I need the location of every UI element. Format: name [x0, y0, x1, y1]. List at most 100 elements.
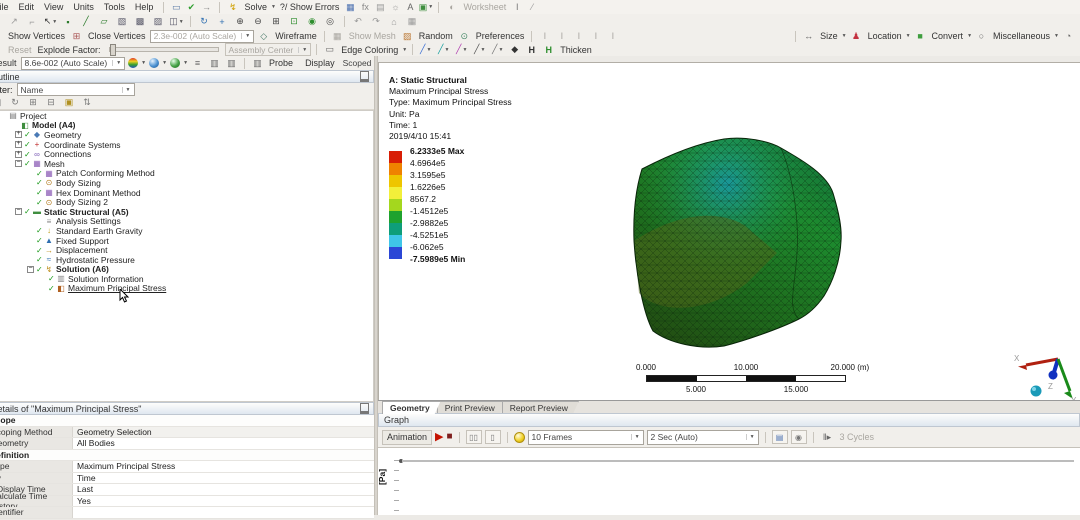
box-zoom-icon[interactable]: ⊞ [269, 16, 284, 28]
tree-item[interactable]: ✓▲Fixed Support [0, 236, 373, 246]
thick-shells-icon[interactable]: H [524, 44, 539, 56]
tag-icon[interactable]: ⁄ [525, 1, 540, 13]
graphics-select-icon[interactable]: ◫▼ [169, 16, 184, 28]
direction-icon[interactable]: ↗ [7, 16, 22, 28]
menu-help[interactable]: Help [130, 2, 159, 12]
convert-menu[interactable]: Convert [932, 31, 964, 41]
thicken-button[interactable]: Thicken [560, 45, 592, 55]
image-capture-icon[interactable]: ▣▼ [418, 1, 433, 13]
size-menu[interactable]: Size [820, 31, 838, 41]
zoom-fit-icon[interactable]: ⊡ [287, 16, 302, 28]
refresh-tree-icon[interactable]: ↻ [8, 97, 23, 109]
dropdown-icon[interactable]: ▼ [162, 60, 167, 66]
tree-item[interactable]: ▤Project [0, 111, 373, 121]
rotate-icon[interactable]: ↻ [197, 16, 212, 28]
edge-direction-icon[interactable]: ╱▼ [472, 44, 487, 56]
filter-combo[interactable]: Name▼ [17, 83, 135, 96]
update-contours-icon[interactable] [514, 432, 525, 443]
coordinate-triad[interactable]: X Z Y [1014, 349, 1078, 405]
frames-combo[interactable]: 10 Frames▼ [528, 430, 644, 445]
stop-button[interactable]: ■ [447, 432, 453, 442]
preferences-button[interactable]: Preferences [476, 31, 525, 41]
expand-icon[interactable]: − [15, 208, 22, 215]
label-tool-icon[interactable]: ⌖ [0, 16, 4, 28]
details-value[interactable]: Last [73, 484, 374, 495]
expand-icon[interactable]: + [15, 141, 22, 148]
zoom-out-icon[interactable]: ⊖ [251, 16, 266, 28]
contour-style-icon[interactable] [128, 58, 138, 68]
tree-item[interactable]: ✓↓Standard Earth Gravity [0, 226, 373, 236]
zoom-find-icon[interactable]: ◉ [791, 430, 807, 444]
tree-item[interactable]: ✓≈Hydrostatic Pressure [0, 255, 373, 265]
tree-item[interactable]: +✓◆Geometry [0, 130, 373, 140]
dropdown-icon[interactable]: ▼ [141, 60, 146, 66]
vertex-scale-combo[interactable]: 2.3e-002 (Auto Scale)▼ [150, 30, 255, 43]
next-view-icon[interactable]: ↷ [369, 16, 384, 28]
extend-selection-icon[interactable]: ▩ [133, 16, 148, 28]
result-sets-icon[interactable]: ▯ [485, 430, 501, 444]
expand-icon[interactable]: + [15, 151, 22, 158]
tree-item[interactable]: −✓▦Mesh [0, 159, 373, 169]
dropdown-icon[interactable]: ▼ [906, 33, 911, 39]
model-mesh[interactable] [629, 133, 879, 358]
expand-all-icon[interactable]: ⊞ [26, 97, 41, 109]
options-icon[interactable]: ☼ [388, 1, 403, 13]
random-button[interactable]: Random [419, 31, 453, 41]
play-button[interactable]: ▶ [435, 432, 443, 443]
assembly-center-combo[interactable]: Assembly Center▼ [225, 43, 312, 56]
pin-icon[interactable] [360, 403, 369, 414]
export-video-icon[interactable]: ▤ [772, 430, 788, 444]
collapse-all-icon[interactable]: ⊟ [44, 97, 59, 109]
edge-direction-icon[interactable]: ╱▼ [490, 44, 505, 56]
window-icon[interactable]: ▭ [169, 1, 184, 13]
close-vertices-button[interactable]: Close Vertices [88, 31, 146, 41]
misc-extra-icon[interactable]: ◔ [1061, 30, 1076, 42]
remote-solve-icon[interactable]: ▦ [343, 1, 358, 13]
folder-icon[interactable]: ▣ [62, 97, 77, 109]
menu-edit[interactable]: Edit [14, 2, 40, 12]
tree-item[interactable]: ✓▦Hex Dominant Method [0, 188, 373, 198]
expand-icon[interactable]: − [15, 160, 22, 167]
edge-direction-icon[interactable]: ╱▼ [436, 44, 451, 56]
dropdown-icon[interactable]: ▼ [183, 60, 188, 66]
distributed-frames-icon[interactable]: ▯▯ [466, 430, 482, 444]
tree-item[interactable]: ✓◧Maximum Principal Stress [0, 284, 373, 294]
dropdown-icon[interactable]: ▼ [967, 33, 972, 39]
details-value[interactable]: All Bodies [73, 438, 374, 449]
tab-geometry[interactable]: Geometry [382, 401, 441, 414]
slider-thumb[interactable] [110, 44, 116, 56]
menu-file[interactable]: File [0, 2, 14, 12]
viewports-icon[interactable]: ▦ [405, 16, 420, 28]
tree-item[interactable]: +✓+Coordinate Systems [0, 140, 373, 150]
details-value[interactable]: Time [73, 473, 374, 484]
look-at-icon[interactable]: ◎ [323, 16, 338, 28]
iso-view-icon[interactable]: ⌂ [387, 16, 402, 28]
edge-coloring-menu[interactable]: Edge Coloring [341, 45, 398, 55]
select-mode-icon[interactable]: ↖▼ [43, 16, 58, 28]
explode-factor-slider[interactable] [109, 47, 219, 52]
tree-item[interactable]: −✓▬Static Structural (A5) [0, 207, 373, 217]
details-value[interactable]: Geometry Selection [73, 427, 374, 438]
edge-filter-icon[interactable]: ╱ [79, 16, 94, 28]
tree-item[interactable]: ✓→Displacement [0, 245, 373, 255]
geometry-display-icon[interactable] [149, 58, 159, 68]
face-filter-icon[interactable]: ▱ [97, 16, 112, 28]
max-annotation-icon[interactable]: ≡ [190, 57, 205, 69]
show-vertices-button[interactable]: Show Vertices [8, 31, 65, 41]
dropdown-icon[interactable]: ▼ [402, 47, 407, 53]
select-all-icon[interactable]: ▨ [151, 16, 166, 28]
dropdown-icon[interactable]: ▼ [1054, 33, 1059, 39]
tree-item[interactable]: ≡Analysis Settings [0, 217, 373, 227]
dropdown-icon[interactable]: ▼ [842, 33, 847, 39]
tree-item[interactable]: ◧Model (A4) [0, 121, 373, 131]
probe-button[interactable]: Probe [269, 58, 293, 68]
pin-icon[interactable] [360, 71, 369, 82]
menu-tools[interactable]: Tools [99, 2, 130, 12]
duration-combo[interactable]: 2 Sec (Auto)▼ [647, 430, 759, 445]
edges-display-icon[interactable] [170, 58, 180, 68]
expand-icon[interactable]: − [27, 266, 34, 273]
edge-direction-icon[interactable]: ╱▼ [418, 44, 433, 56]
details-value[interactable]: Maximum Principal Stress [73, 461, 374, 472]
tree-item[interactable]: ✓▥Solution Information [0, 274, 373, 284]
menu-view[interactable]: View [39, 2, 68, 12]
